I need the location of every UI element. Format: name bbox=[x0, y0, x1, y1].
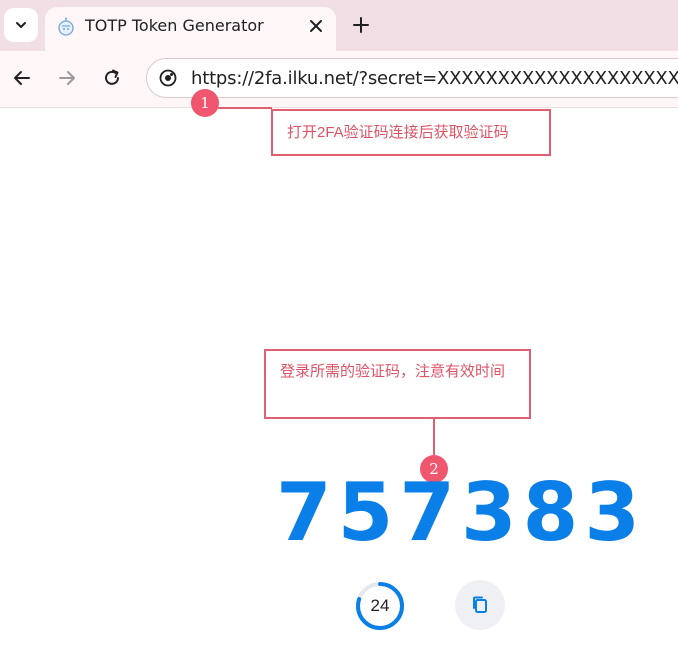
copy-button[interactable] bbox=[455, 580, 505, 630]
url-text: https://2fa.ilku.net/?secret=XXXXXXXXXXX… bbox=[191, 68, 678, 89]
annotation-callout-1: 打开2FA验证码连接后获取验证码 bbox=[271, 109, 551, 156]
site-info-icon[interactable] bbox=[159, 69, 177, 87]
tab-title: TOTP Token Generator bbox=[85, 16, 264, 35]
forward-button[interactable] bbox=[55, 66, 79, 90]
leader-line-2 bbox=[433, 419, 435, 457]
reload-icon bbox=[105, 69, 119, 85]
annotation-callout-2: 登录所需的验证码，注意有效时间 bbox=[264, 349, 531, 419]
plus-icon[interactable] bbox=[351, 15, 371, 35]
annotation-marker-1: 1 bbox=[191, 89, 219, 117]
otp-code: 757383 bbox=[276, 466, 646, 559]
close-icon[interactable] bbox=[308, 18, 324, 34]
tab-search-button[interactable] bbox=[4, 8, 38, 42]
chevron-down-icon bbox=[16, 22, 26, 28]
copy-icon bbox=[473, 596, 487, 613]
tab-strip: TOTP Token Generator bbox=[0, 0, 678, 51]
arrow-left-icon bbox=[14, 71, 30, 85]
countdown-timer: 24 bbox=[354, 580, 406, 632]
back-button[interactable] bbox=[10, 66, 34, 90]
address-bar[interactable]: https://2fa.ilku.net/?secret=XXXXXXXXXXX… bbox=[146, 58, 678, 98]
browser-toolbar: https://2fa.ilku.net/?secret=XXXXXXXXXXX… bbox=[0, 51, 678, 108]
reload-button[interactable] bbox=[100, 66, 124, 90]
arrow-right-icon bbox=[59, 71, 75, 85]
active-tab[interactable]: TOTP Token Generator bbox=[45, 7, 336, 51]
robot-favicon-icon bbox=[58, 17, 74, 36]
leader-line-1 bbox=[218, 107, 272, 109]
seconds-remaining: 24 bbox=[370, 596, 390, 615]
